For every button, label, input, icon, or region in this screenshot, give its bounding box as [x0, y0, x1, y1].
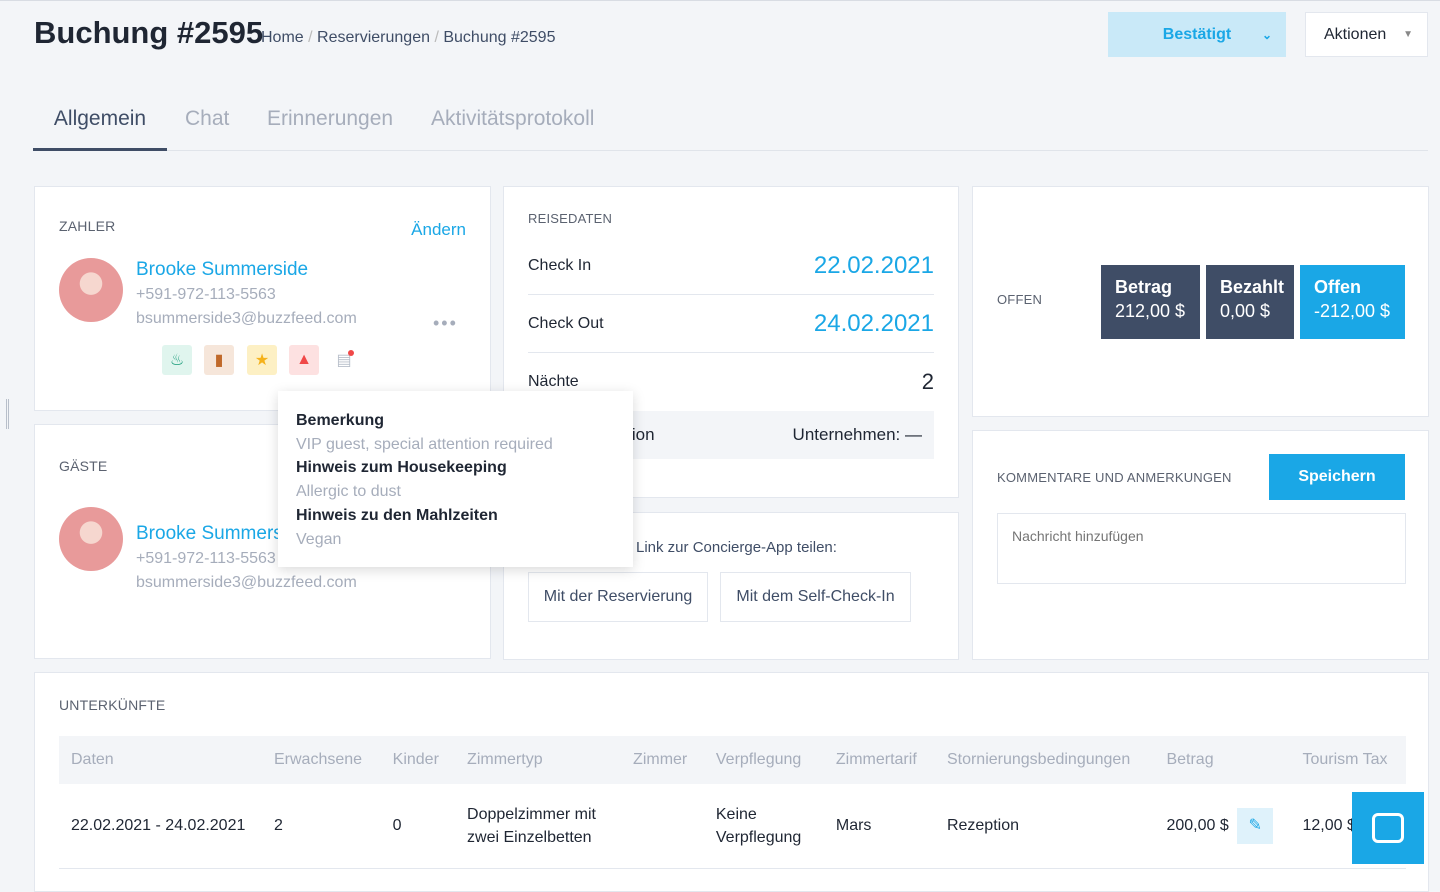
notes-icon[interactable]: ▤ — [329, 345, 359, 375]
cell-room — [621, 784, 704, 869]
amount-text: 200,00 $ — [1166, 816, 1229, 834]
payer-name[interactable]: Brooke Summerside — [136, 259, 308, 281]
payer-email: bsummerside3@buzzfeed.com — [136, 310, 357, 327]
cell-cancellation: Rezeption — [934, 784, 1155, 869]
open-box: Offen -212,00 $ — [1300, 265, 1405, 339]
cell-dates: 22.02.2021 - 24.02.2021 — [59, 784, 262, 869]
paid-value: 0,00 $ — [1220, 301, 1271, 321]
tooltip-title: Hinweis zu den Mahlzeiten — [296, 506, 498, 524]
more-options-icon[interactable]: ••• — [433, 313, 458, 334]
tab-aktivitaetsprotokoll[interactable]: Aktivitätsprotokoll — [431, 107, 594, 131]
chevron-down-icon: ⌄ — [1261, 27, 1272, 42]
checkin-date[interactable]: 22.02.2021 — [814, 252, 934, 280]
save-button[interactable]: Speichern — [1269, 454, 1405, 500]
tooltip-title: Bemerkung — [296, 412, 385, 429]
edit-pencil-icon[interactable]: ✎ — [1237, 807, 1274, 844]
nights-label: Nächte — [528, 373, 579, 390]
amount-value: 212,00 $ — [1115, 301, 1186, 321]
tab-erinnerungen[interactable]: Erinnerungen — [267, 107, 393, 131]
col-daten: Daten — [59, 736, 262, 784]
open-label: Offen — [1314, 277, 1361, 297]
checkout-row: Check Out 24.02.2021 — [528, 295, 934, 353]
open-value: -212,00 $ — [1314, 301, 1391, 321]
travel-label: REISEDATEN — [528, 211, 613, 226]
cell-board: Keine Verpflegung — [703, 784, 824, 869]
tooltip-title: Hinweis zum Housekeeping — [296, 459, 507, 477]
col-betrag: Betrag — [1154, 736, 1291, 784]
paid-box: Bezahlt 0,00 $ — [1206, 265, 1294, 339]
actions-label: Aktionen — [1324, 25, 1387, 43]
guest-email: bsummerside3@buzzfeed.com — [136, 574, 357, 591]
share-with-self-checkin-button[interactable]: Mit dem Self-Check-In — [720, 572, 911, 622]
breadcrumb-home[interactable]: Home — [261, 29, 304, 46]
units-label: UNTERKÜNFTE — [59, 697, 166, 713]
cell-amount: 200,00 $ ✎ — [1154, 784, 1291, 869]
cell-adults: 2 — [262, 784, 381, 869]
guest-phone: +591-972-113-5563 — [136, 550, 276, 567]
chat-widget-button[interactable] — [1352, 792, 1424, 864]
tooltip-text: VIP guest, special attention required — [296, 435, 553, 453]
chat-icon — [1372, 813, 1404, 843]
col-kinder: Kinder — [380, 736, 456, 784]
cell-children: 0 — [380, 784, 456, 869]
company: Unternehmen: — — [792, 425, 922, 444]
vip-star-icon[interactable]: ★ — [247, 345, 277, 375]
status-label: Bestätigt — [1162, 25, 1232, 43]
share-with-reservation-button[interactable]: Mit der Reservierung — [528, 572, 708, 622]
tabs: Allgemein Chat Erinnerungen Aktivitätspr… — [33, 101, 1428, 151]
checkout-label: Check Out — [528, 314, 604, 332]
table-row[interactable]: 22.02.2021 - 24.02.2021 2 0 Doppelzimmer… — [59, 784, 1406, 869]
page-title: Buchung #2595 — [34, 15, 264, 50]
col-tourism-tax: Tourism Tax — [1290, 736, 1406, 784]
balance-card: OFFEN Betrag 212,00 $ Bezahlt 0,00 $ Offen… — [972, 186, 1429, 417]
col-verpflegung: Verpflegung — [703, 736, 824, 784]
breadcrumb-current: Buchung #2595 — [443, 29, 556, 46]
birthday-cake-icon[interactable]: ♨ — [162, 345, 192, 375]
tooltip-text: Allergic to dust — [296, 483, 401, 501]
payer-phone: +591-972-113-5563 — [136, 286, 276, 303]
col-zimmertarif: Zimmertarif — [823, 736, 935, 784]
tab-chat[interactable]: Chat — [185, 107, 229, 131]
tooltip-text: Vegan — [296, 530, 342, 548]
comments-card: KOMMENTARE UND ANMERKUNGEN Speichern — [972, 430, 1429, 660]
amount-box: Betrag 212,00 $ — [1101, 265, 1200, 339]
notes-tooltip: Bemerkung VIP guest, special attention r… — [278, 391, 633, 567]
payer-card: ZAHLER Ändern Brooke Summerside +591-972… — [34, 186, 491, 411]
col-erwachsene: Erwachsene — [262, 736, 381, 784]
actions-dropdown[interactable]: Aktionen ▼ — [1305, 12, 1428, 57]
comments-label: KOMMENTARE UND ANMERKUNGEN — [997, 470, 1232, 485]
paid-label: Bezahlt — [1220, 277, 1285, 297]
col-zimmertyp: Zimmertyp — [455, 736, 622, 784]
checkout-date[interactable]: 24.02.2021 — [814, 310, 934, 338]
comment-input[interactable] — [997, 513, 1406, 584]
col-stornierung: Stornierungsbedingungen — [934, 736, 1155, 784]
tab-allgemein[interactable]: Allgemein — [33, 107, 167, 151]
status-dropdown[interactable]: Bestätigt ⌄ — [1108, 12, 1286, 57]
units-card: UNTERKÜNFTE Daten Erwachsene Kinder Zimm… — [34, 672, 1429, 892]
luggage-icon[interactable]: ▮ — [204, 345, 234, 375]
cell-rate: Mars — [823, 784, 935, 869]
checkin-row: Check In 22.02.2021 — [528, 237, 934, 295]
balance-label: OFFEN — [997, 292, 1043, 307]
caret-down-icon: ▼ — [1403, 29, 1413, 40]
amount-label: Betrag — [1115, 277, 1173, 297]
breadcrumb: Home / Reservierungen / Buchung #2595 — [261, 29, 556, 46]
breadcrumb-reservations[interactable]: Reservierungen — [317, 29, 430, 46]
nights-value: 2 — [921, 369, 934, 394]
resize-handle[interactable] — [6, 399, 9, 429]
concierge-text: Link zur Concierge-App teilen: — [636, 539, 837, 556]
checkin-label: Check In — [528, 256, 592, 274]
avatar — [59, 258, 123, 322]
avatar — [59, 507, 123, 571]
col-zimmer: Zimmer — [621, 736, 704, 784]
guests-label: GÄSTE — [59, 458, 108, 474]
room-service-bell-icon[interactable]: ▲ — [289, 345, 319, 375]
edit-payer-link[interactable]: Ändern — [411, 220, 466, 240]
cell-room-type: Doppelzimmer mit zwei Einzelbetten — [455, 784, 622, 869]
units-table: Daten Erwachsene Kinder Zimmertyp Zimmer… — [59, 736, 1406, 869]
payer-label: ZAHLER — [59, 218, 116, 234]
